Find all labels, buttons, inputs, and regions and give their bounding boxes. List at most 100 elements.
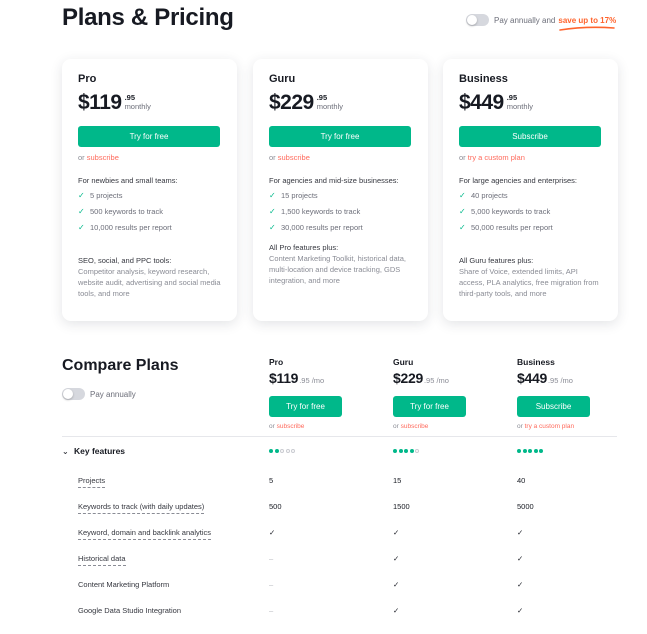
check-icon: ✓ — [517, 606, 524, 615]
try-for-free-button[interactable]: Try for free — [269, 126, 411, 147]
plan-feature-list: ✓ 5 projects ✓ 500 keywords to track ✓ 10,0… — [78, 188, 221, 236]
extras-description: Content Marketing Toolkit, historical da… — [269, 254, 407, 285]
rating-dot-filled — [404, 449, 408, 453]
plan-name: Business — [459, 73, 508, 85]
or-text: or — [78, 153, 85, 162]
check-icon: ✓ — [78, 191, 85, 200]
column-price: $229.95 /mo — [393, 370, 513, 386]
check-icon: ✓ — [393, 528, 400, 537]
check-icon: ✓ — [78, 207, 85, 216]
chevron-down-icon: ⌄ — [62, 446, 69, 456]
dash-icon: – — [269, 606, 274, 615]
plan-audience: For newbies and small teams: — [78, 176, 178, 185]
feature-text: 5 projects — [90, 191, 123, 200]
try-for-free-button[interactable]: Try for free — [78, 126, 220, 147]
plan-feature-list: ✓ 15 projects ✓ 1,500 keywords to track ✓ 3… — [269, 188, 412, 236]
feature-item: ✓ 50,000 results per report — [459, 220, 602, 236]
check-icon: ✓ — [393, 554, 400, 563]
pay-annually-toggle[interactable] — [466, 14, 489, 26]
extras-title: All Pro features plus: — [269, 243, 339, 252]
rating-dot-filled — [539, 449, 543, 453]
plan-name: Guru — [269, 73, 296, 85]
feature-item: ✓ 5,000 keywords to track — [459, 204, 602, 220]
check-icon: ✓ — [459, 207, 466, 216]
rating-dot-filled — [393, 449, 397, 453]
column-price-dollars: $119 — [269, 370, 299, 386]
column-plan-name: Business — [517, 357, 555, 367]
extras-description: Competitor analysis, keyword research, w… — [78, 267, 221, 298]
or-text: or — [393, 423, 399, 430]
section-key-features[interactable]: ⌄ Key features — [62, 446, 125, 456]
rating-dot-empty — [291, 449, 295, 453]
rating-dots-pro — [269, 449, 297, 453]
feature-label[interactable]: Historical data — [78, 553, 126, 566]
subscribe-button[interactable]: Subscribe — [459, 126, 601, 147]
section-label: Key features — [74, 446, 126, 456]
toggle-knob — [63, 389, 73, 399]
plan-price: $449 .95 monthly — [459, 91, 602, 117]
column-price-dollars: $449 — [517, 370, 547, 386]
rating-dot-filled — [274, 449, 279, 453]
or-text: or — [269, 153, 276, 162]
feature-item: ✓ 1,500 keywords to track — [269, 204, 412, 220]
feature-item: ✓ 30,000 results per report — [269, 220, 412, 236]
column-price-rest: .95 /mo — [423, 376, 449, 385]
feature-label: Content Marketing Platform — [78, 580, 170, 589]
plan-feature-list: ✓ 40 projects ✓ 5,000 keywords to track ✓ 5… — [459, 188, 602, 236]
compare-try-for-free-button[interactable]: Try for free — [269, 396, 342, 417]
plan-card-guru: Guru $229 .95 monthly Try for free or sub… — [253, 59, 428, 321]
check-icon: ✓ — [78, 223, 85, 232]
compare-pay-annually-toggle[interactable] — [62, 388, 85, 400]
feature-row: Google Data Studio Integration – ✓ ✓ — [0, 605, 647, 619]
feature-row: Historical data – ✓ ✓ — [0, 553, 647, 567]
dash-icon: – — [269, 580, 274, 589]
page-title: Plans & Pricing — [62, 4, 234, 31]
column-price: $119.95 /mo — [269, 370, 389, 386]
check-icon: ✓ — [269, 207, 276, 216]
check-icon: ✓ — [393, 606, 400, 615]
feature-row: Content Marketing Platform – ✓ ✓ — [0, 579, 647, 593]
plan-name: Pro — [78, 73, 97, 85]
feature-item: ✓ 15 projects — [269, 188, 412, 204]
feature-label[interactable]: Projects — [78, 475, 106, 488]
check-icon: ✓ — [269, 223, 276, 232]
feature-value: 5 — [269, 476, 274, 485]
feature-label: Google Data Studio Integration — [78, 606, 181, 615]
subscribe-link[interactable]: subscribe — [87, 153, 119, 162]
rating-dot-filled — [269, 449, 273, 453]
compare-plans-title: Compare Plans — [62, 357, 179, 374]
pay-annually-toggle-group: Pay annually and save up to 17% — [466, 14, 617, 31]
feature-text: 15 projects — [281, 191, 318, 200]
price-cents: .95 — [506, 93, 518, 102]
feature-value: 500 — [269, 502, 282, 511]
compare-divider — [62, 436, 617, 437]
save-highlight-text: save up to 17% — [558, 15, 617, 25]
feature-text: 1,500 keywords to track — [281, 207, 361, 216]
feature-value: 15 — [393, 476, 402, 485]
feature-item: ✓ 500 keywords to track — [78, 204, 221, 220]
alt-action: or subscribe — [78, 153, 221, 163]
compare-try-for-free-button[interactable]: Try for free — [393, 396, 466, 417]
column-plan-name: Pro — [269, 357, 284, 367]
feature-label[interactable]: Keyword, domain and backlink analytics — [78, 527, 211, 540]
compare-subscribe-button[interactable]: Subscribe — [517, 396, 590, 417]
feature-text: 500 keywords to track — [90, 207, 163, 216]
extras-title: SEO, social, and PPC tools: — [78, 256, 172, 265]
feature-value: 40 — [517, 476, 526, 485]
rating-dot-filled — [533, 449, 538, 453]
subscribe-link[interactable]: subscribe — [278, 153, 310, 162]
rating-dot-empty — [280, 449, 284, 453]
price-cents: .95 — [124, 93, 135, 102]
custom-plan-link[interactable]: try a custom plan — [525, 423, 575, 430]
subscribe-link[interactable]: subscribe — [277, 423, 305, 430]
custom-plan-link[interactable]: try a custom plan — [468, 153, 525, 162]
feature-text: 30,000 results per report — [281, 223, 363, 232]
feature-label[interactable]: Keywords to track (with daily updates) — [78, 501, 205, 514]
alt-action: or subscribe — [269, 153, 412, 163]
column-alt-action: or try a custom plan — [517, 423, 637, 430]
check-icon: ✓ — [517, 554, 524, 563]
subscribe-link[interactable]: subscribe — [401, 423, 429, 430]
or-text: or — [517, 423, 523, 430]
save-highlight: save up to 17% — [558, 15, 617, 31]
column-alt-action: or subscribe — [393, 423, 513, 430]
